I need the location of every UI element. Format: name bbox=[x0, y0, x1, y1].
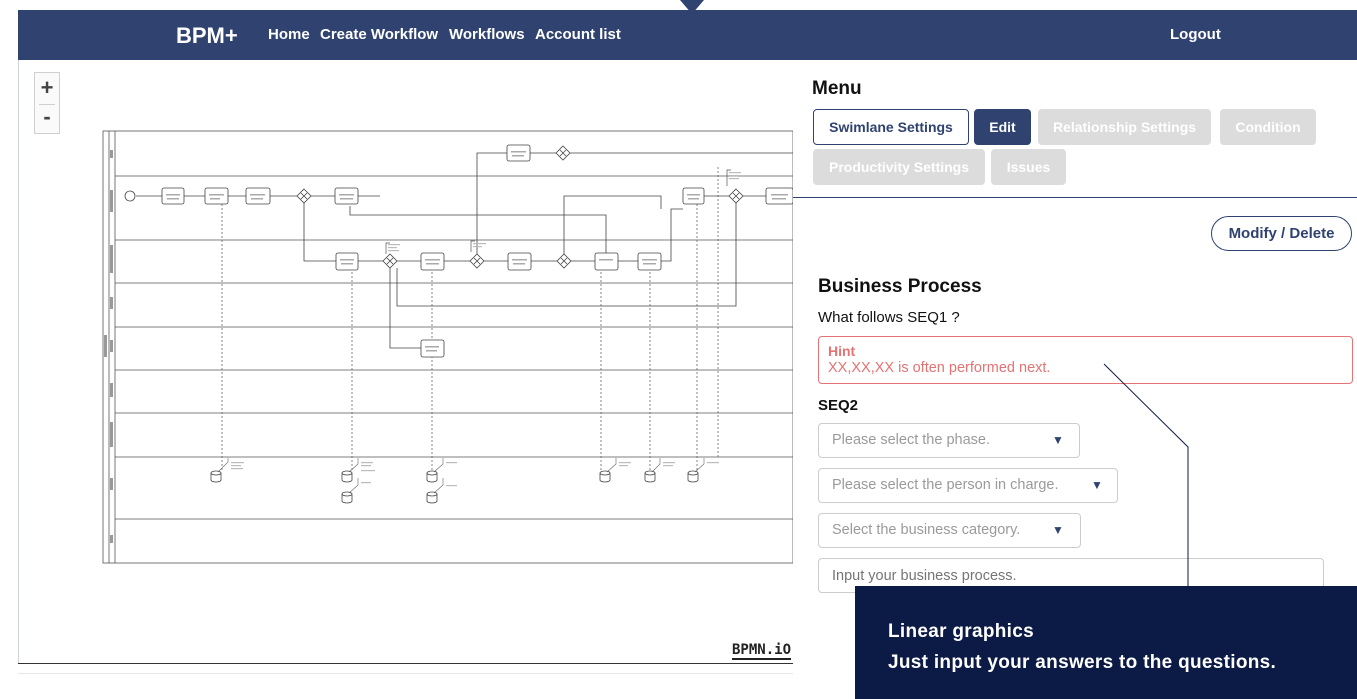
bpmn-io-logo[interactable]: BPMN.iO bbox=[732, 642, 792, 660]
bpmn-diagram[interactable] bbox=[0, 0, 793, 640]
person-select[interactable]: Please select the person in charge. ▼ bbox=[818, 468, 1118, 503]
issues-button[interactable]: Issues bbox=[991, 149, 1066, 185]
zoom-in-button[interactable]: + bbox=[35, 75, 59, 105]
canvas-bottom-border bbox=[18, 663, 793, 664]
seq-label: SEQ2 bbox=[818, 397, 859, 414]
zoom-controls: + - bbox=[34, 72, 60, 134]
menu-title: Menu bbox=[812, 78, 862, 99]
panel-divider bbox=[793, 197, 1357, 198]
productivity-settings-button[interactable]: Productivity Settings bbox=[813, 149, 985, 185]
callout-subtitle: Just input your answers to the questions… bbox=[888, 652, 1277, 673]
question-text: What follows SEQ1 ? bbox=[818, 309, 960, 326]
callout-box: Linear graphics Just input your answers … bbox=[855, 586, 1357, 699]
hint-box: Hint XX,XX,XX is often performed next. bbox=[818, 336, 1353, 384]
hint-title: Hint bbox=[828, 343, 856, 359]
category-select[interactable]: Select the business category. ▼ bbox=[818, 513, 1081, 548]
caret-down-icon: ▼ bbox=[1052, 523, 1064, 537]
phase-select-value: Please select the phase. bbox=[832, 432, 990, 448]
business-process-title: Business Process bbox=[818, 276, 982, 297]
callout-title: Linear graphics bbox=[888, 621, 1034, 642]
canvas-bottom-shadow bbox=[18, 673, 793, 674]
modify-delete-button[interactable]: Modify / Delete bbox=[1211, 216, 1352, 251]
caret-down-icon: ▼ bbox=[1052, 433, 1064, 447]
condition-button[interactable]: Condition bbox=[1220, 109, 1316, 145]
caret-down-icon: ▼ bbox=[1091, 478, 1103, 492]
start-event[interactable] bbox=[124, 190, 136, 202]
relationship-settings-button[interactable]: Relationship Settings bbox=[1038, 109, 1211, 145]
logout-link[interactable]: Logout bbox=[1170, 26, 1221, 43]
phase-select[interactable]: Please select the phase. ▼ bbox=[818, 423, 1080, 458]
zoom-out-button[interactable]: - bbox=[35, 104, 59, 134]
edit-button[interactable]: Edit bbox=[974, 109, 1031, 145]
swimlane-settings-button[interactable]: Swimlane Settings bbox=[813, 109, 969, 145]
category-select-value: Select the business category. bbox=[832, 522, 1021, 538]
hint-text: XX,XX,XX is often performed next. bbox=[828, 360, 1051, 376]
person-select-value: Please select the person in charge. bbox=[832, 477, 1059, 493]
